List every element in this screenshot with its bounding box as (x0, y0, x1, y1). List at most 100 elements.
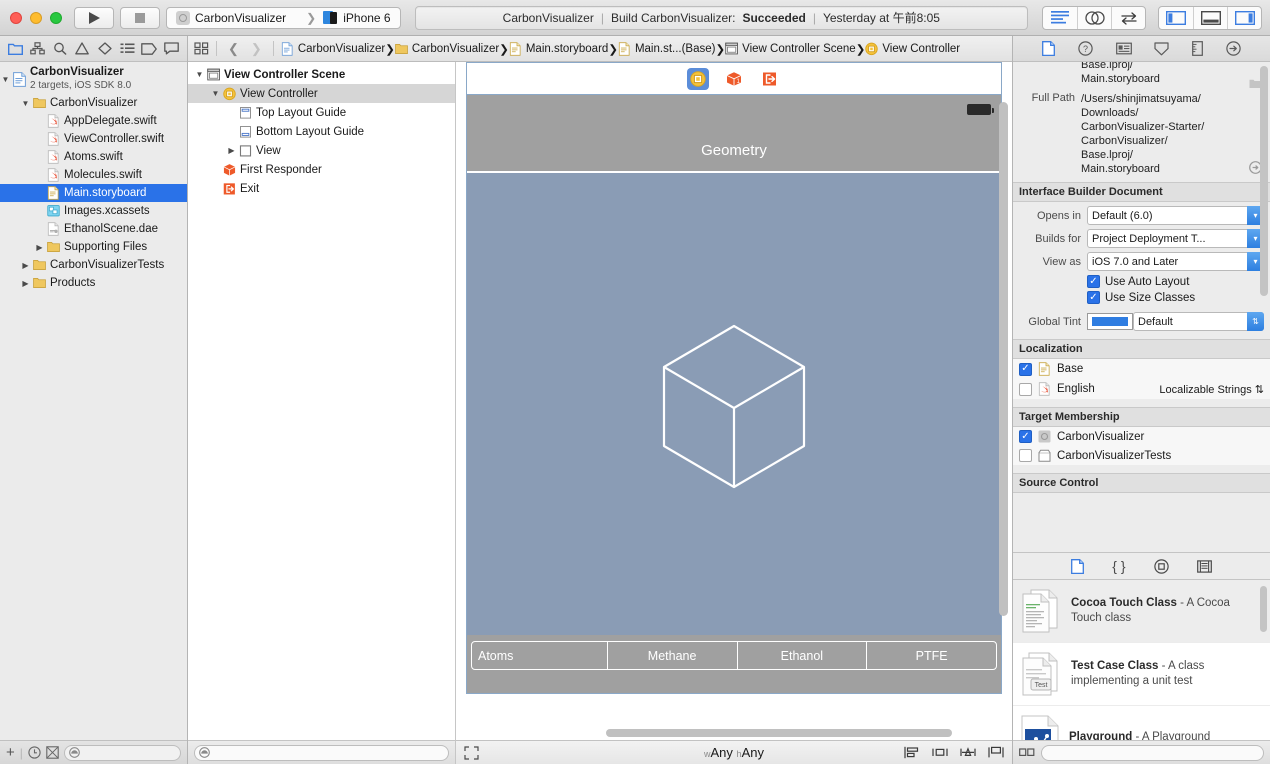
standard-editor-button[interactable] (1043, 7, 1077, 29)
breadcrumb-item-2[interactable]: CarbonVisualizer (394, 42, 499, 56)
tree-item-appdelegate-swift[interactable]: AppDelegate.swift (0, 112, 187, 130)
disclosure-triangle-icon[interactable]: ▼ (210, 89, 221, 98)
related-items-button[interactable] (194, 42, 209, 55)
breakpoint-navigator-tab[interactable] (139, 40, 159, 58)
disclosure-triangle-icon[interactable]: ▶ (20, 261, 31, 270)
outline-item-view-controller[interactable]: ▼ View Controller (188, 84, 455, 103)
localization-row-english[interactable]: English Localizable Strings ⇅ (1013, 379, 1270, 399)
tree-item-images-xcassets[interactable]: Images.xcassets (0, 202, 187, 220)
issue-navigator-tab[interactable] (72, 40, 92, 58)
inspector-scrollbar[interactable] (1260, 66, 1268, 296)
breadcrumb-item-5[interactable]: View Controller Scene (725, 42, 856, 56)
tree-item-carbonvisualizer[interactable]: ▼ CarbonVisualizer (0, 94, 187, 112)
library-item[interactable]: Playground - A Playground (1013, 706, 1270, 740)
tree-item-ethanolscene-dae[interactable]: EthanolScene.dae (0, 220, 187, 238)
library-item[interactable]: Test Test Case Class - A class implementi… (1013, 643, 1270, 706)
scrollbar-thumb[interactable] (999, 102, 1008, 616)
outline-item-top-layout-guide[interactable]: Top Layout Guide (188, 103, 455, 122)
resolve-issues-button[interactable] (960, 746, 976, 759)
forward-button[interactable]: ❯ (247, 41, 266, 57)
disclosure-triangle-icon[interactable]: ▶ (226, 146, 237, 155)
connections-inspector-tab[interactable] (1225, 41, 1241, 56)
global-tint-popup[interactable]: Default ⇅ (1133, 312, 1264, 331)
attributes-inspector-tab[interactable] (1154, 41, 1169, 56)
library-item-list[interactable]: Cocoa Touch Class - A Cocoa Touch class T… (1013, 580, 1270, 740)
field-popup-button[interactable]: Default (6.0) ▾ (1087, 206, 1264, 225)
navigation-bar[interactable]: Geometry (467, 95, 1001, 171)
checkbox-localization-english[interactable] (1019, 382, 1032, 396)
outline-item-bottom-layout-guide[interactable]: Bottom Layout Guide (188, 122, 455, 141)
localization-type-popup[interactable]: Localizable Strings ⇅ (1159, 383, 1264, 396)
outline-filter-field[interactable] (194, 744, 449, 761)
find-navigator-tab[interactable] (50, 40, 70, 58)
tree-item-carbonvisualizertests[interactable]: ▶ CarbonVisualizerTests (0, 256, 187, 274)
file-inspector-tab[interactable] (1042, 41, 1056, 56)
scene-content-view[interactable] (467, 171, 1001, 635)
library-filter-field[interactable] (1041, 744, 1264, 761)
recent-files-filter-button[interactable] (28, 746, 41, 759)
tree-item-products[interactable]: ▶ Products (0, 274, 187, 292)
scheme-destination-selector[interactable]: CarbonVisualizer ❯ iPhone 6 (166, 6, 401, 29)
breadcrumb-item-6[interactable]: View Controller (865, 42, 960, 56)
toggle-debug-area-button[interactable] (1193, 6, 1227, 29)
navigator-filter-field[interactable] (63, 744, 181, 761)
project-navigator-tab[interactable] (5, 40, 25, 58)
breadcrumb-item-4[interactable]: Main.st...(Base) (618, 41, 715, 56)
target-row-carbonvisualizertests[interactable]: CarbonVisualizerTests (1013, 446, 1270, 465)
toggle-navigator-button[interactable] (1159, 7, 1193, 29)
zoom-window-button[interactable] (50, 11, 62, 24)
tree-item-viewcontroller-swift[interactable]: ViewController.swift (0, 130, 187, 148)
add-file-button[interactable]: + (6, 745, 15, 760)
identity-inspector-tab[interactable] (1115, 42, 1132, 55)
breadcrumb-item-3[interactable]: Main.storyboard (509, 41, 608, 56)
outline-item-view-controller-scene[interactable]: ▼ View Controller Scene (188, 65, 455, 84)
view-controller-scene[interactable]: 1 Geometry Atoms Methane Ethanol PTFE (466, 62, 1002, 726)
segment-ethanol[interactable]: Ethanol (736, 642, 867, 669)
file-template-library-tab[interactable] (1071, 558, 1085, 574)
disclosure-triangle-icon[interactable]: ▶ (20, 279, 31, 288)
canvas-vertical-scrollbar[interactable] (999, 88, 1008, 686)
target-row-carbonvisualizer[interactable]: ✓ CarbonVisualizer (1013, 427, 1270, 446)
tree-item-molecules-swift[interactable]: Molecules.swift (0, 166, 187, 184)
breadcrumb-item-1[interactable]: CarbonVisualizer (281, 41, 385, 56)
field-popup-button[interactable]: Project Deployment T... ▾ (1087, 229, 1264, 248)
project-file-tree[interactable]: ▼ CarbonVisualizer 2 targets, iOS SDK 8.… (0, 62, 187, 740)
library-item[interactable]: Cocoa Touch Class - A Cocoa Touch class (1013, 580, 1270, 643)
stop-button[interactable] (120, 6, 160, 29)
test-navigator-tab[interactable] (95, 40, 115, 58)
tree-root-project[interactable]: ▼ CarbonVisualizer 2 targets, iOS SDK 8.… (0, 64, 187, 94)
scrollbar-thumb[interactable] (606, 729, 952, 737)
tree-item-supporting-files[interactable]: ▶ Supporting Files (0, 238, 187, 256)
checkbox-target-carbonvisualizer[interactable]: ✓ (1019, 430, 1032, 443)
iphone-device-frame[interactable]: Geometry Atoms Methane Ethanol PTFE (466, 94, 1002, 694)
back-button[interactable]: ❮ (224, 41, 243, 57)
version-editor-button[interactable] (1111, 6, 1145, 29)
stepper-icon[interactable]: ⇅ (1247, 312, 1264, 331)
scheme-selector[interactable]: CarbonVisualizer (167, 8, 295, 28)
disclosure-triangle-icon[interactable]: ▶ (34, 243, 45, 252)
storyboard-canvas[interactable]: 1 Geometry Atoms Methane Ethanol PTFE (456, 62, 1012, 726)
segment-ptfe[interactable]: PTFE (866, 642, 996, 669)
size-inspector-tab[interactable] (1192, 41, 1203, 56)
canvas-horizontal-scrollbar[interactable] (456, 726, 1012, 740)
library-scrollbar[interactable] (1260, 586, 1267, 632)
segment-methane[interactable]: Methane (606, 642, 737, 669)
symbol-navigator-tab[interactable] (28, 40, 48, 58)
destination-selector[interactable]: ❯ iPhone 6 (295, 8, 399, 28)
localization-row-base[interactable]: ✓ Base (1013, 359, 1270, 379)
quick-help-inspector-tab[interactable]: ? (1078, 41, 1093, 56)
media-library-tab[interactable] (1197, 559, 1212, 573)
checkbox-use-size-classes[interactable]: ✓ (1087, 291, 1100, 304)
minimize-window-button[interactable] (30, 11, 42, 24)
checkbox-use-auto-layout[interactable]: ✓ (1087, 275, 1100, 288)
source-control-filter-button[interactable] (46, 746, 59, 759)
view-controller-icon[interactable] (687, 67, 709, 90)
tree-item-atoms-swift[interactable]: Atoms.swift (0, 148, 187, 166)
disclosure-triangle-icon[interactable]: ▼ (20, 99, 31, 108)
segment-atoms[interactable]: Atoms (472, 642, 607, 669)
outline-item-first-responder[interactable]: First Responder (188, 160, 455, 179)
checkbox-target-carbonvisualizertests[interactable] (1019, 449, 1032, 462)
report-navigator-tab[interactable] (162, 40, 182, 58)
disclosure-triangle-icon[interactable]: ▼ (0, 75, 11, 84)
global-tint-swatch[interactable] (1087, 313, 1133, 330)
